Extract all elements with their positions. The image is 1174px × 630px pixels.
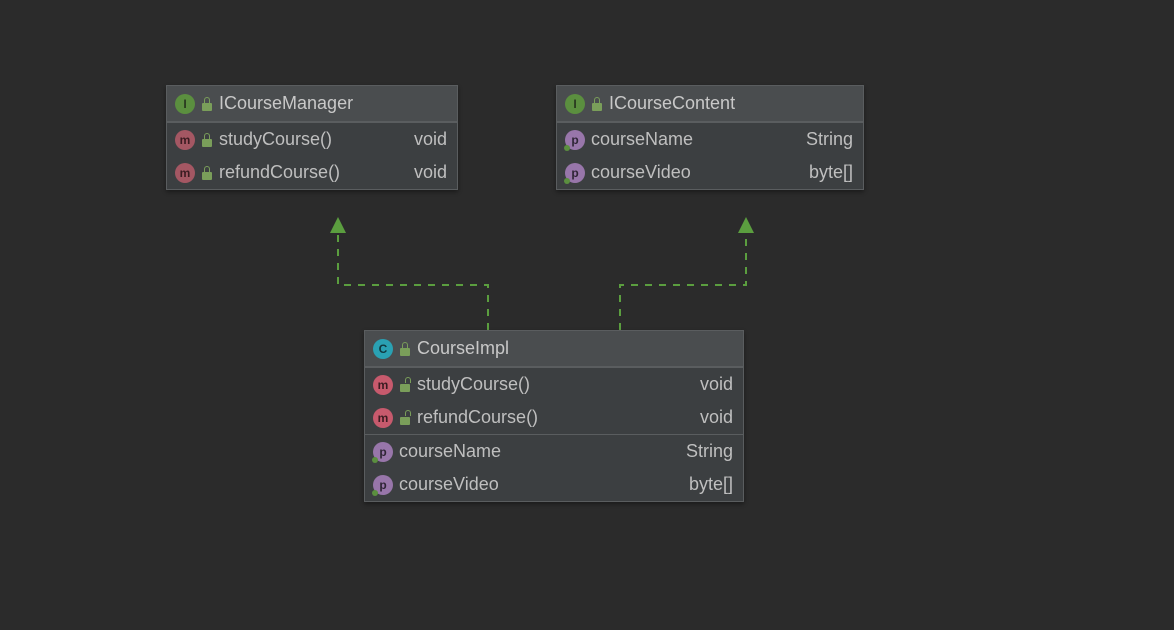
class-title-row: I ICourseContent bbox=[557, 86, 863, 122]
unlock-icon bbox=[399, 411, 411, 425]
class-title-label: ICourseManager bbox=[219, 93, 353, 114]
member-type: void bbox=[680, 407, 733, 428]
member-row[interactable]: p courseName String bbox=[365, 435, 743, 468]
interface-icon: I bbox=[565, 94, 585, 114]
method-icon: m bbox=[175, 163, 195, 183]
member-row[interactable]: m refundCourse() void bbox=[365, 401, 743, 434]
property-icon: p bbox=[373, 475, 393, 495]
member-row[interactable]: m studyCourse() void bbox=[167, 123, 457, 156]
member-row[interactable]: p courseVideo byte[] bbox=[557, 156, 863, 189]
member-row[interactable]: p courseVideo byte[] bbox=[365, 468, 743, 501]
implements-arrow-manager bbox=[338, 225, 488, 330]
member-name: courseName bbox=[591, 129, 693, 150]
member-type: void bbox=[394, 129, 447, 150]
class-title-row: C CourseImpl bbox=[365, 331, 743, 367]
member-name: courseVideo bbox=[591, 162, 691, 183]
class-box-icoursemanager[interactable]: I ICourseManager m studyCourse() void m … bbox=[166, 85, 458, 190]
property-icon: p bbox=[565, 163, 585, 183]
class-box-courseimpl[interactable]: C CourseImpl m studyCourse() void m refu… bbox=[364, 330, 744, 502]
member-name: courseVideo bbox=[399, 474, 499, 495]
lock-icon bbox=[201, 97, 213, 111]
member-row[interactable]: m refundCourse() void bbox=[167, 156, 457, 189]
implements-arrow-content bbox=[620, 225, 746, 330]
member-name: courseName bbox=[399, 441, 501, 462]
member-row[interactable]: m studyCourse() void bbox=[365, 368, 743, 401]
lock-icon bbox=[399, 342, 411, 356]
members-section: p courseName String p courseVideo byte[] bbox=[557, 122, 863, 189]
member-name: studyCourse() bbox=[219, 129, 332, 150]
properties-section: p courseName String p courseVideo byte[] bbox=[365, 434, 743, 501]
member-row[interactable]: p courseName String bbox=[557, 123, 863, 156]
method-icon: m bbox=[373, 408, 393, 428]
member-type: void bbox=[680, 374, 733, 395]
member-type: String bbox=[786, 129, 853, 150]
lock-icon bbox=[201, 166, 213, 180]
class-title-label: ICourseContent bbox=[609, 93, 735, 114]
property-icon: p bbox=[565, 130, 585, 150]
method-icon: m bbox=[175, 130, 195, 150]
lock-icon bbox=[591, 97, 603, 111]
member-type: byte[] bbox=[669, 474, 733, 495]
unlock-icon bbox=[399, 378, 411, 392]
property-icon: p bbox=[373, 442, 393, 462]
class-box-icoursecontent[interactable]: I ICourseContent p courseName String p c… bbox=[556, 85, 864, 190]
member-name: refundCourse() bbox=[417, 407, 538, 428]
member-type: void bbox=[394, 162, 447, 183]
interface-icon: I bbox=[175, 94, 195, 114]
member-type: String bbox=[666, 441, 733, 462]
class-title-label: CourseImpl bbox=[417, 338, 509, 359]
method-icon: m bbox=[373, 375, 393, 395]
lock-icon bbox=[201, 133, 213, 147]
members-section: m studyCourse() void m refundCourse() vo… bbox=[167, 122, 457, 189]
member-name: refundCourse() bbox=[219, 162, 340, 183]
class-icon: C bbox=[373, 339, 393, 359]
member-name: studyCourse() bbox=[417, 374, 530, 395]
class-title-row: I ICourseManager bbox=[167, 86, 457, 122]
methods-section: m studyCourse() void m refundCourse() vo… bbox=[365, 367, 743, 434]
member-type: byte[] bbox=[789, 162, 853, 183]
